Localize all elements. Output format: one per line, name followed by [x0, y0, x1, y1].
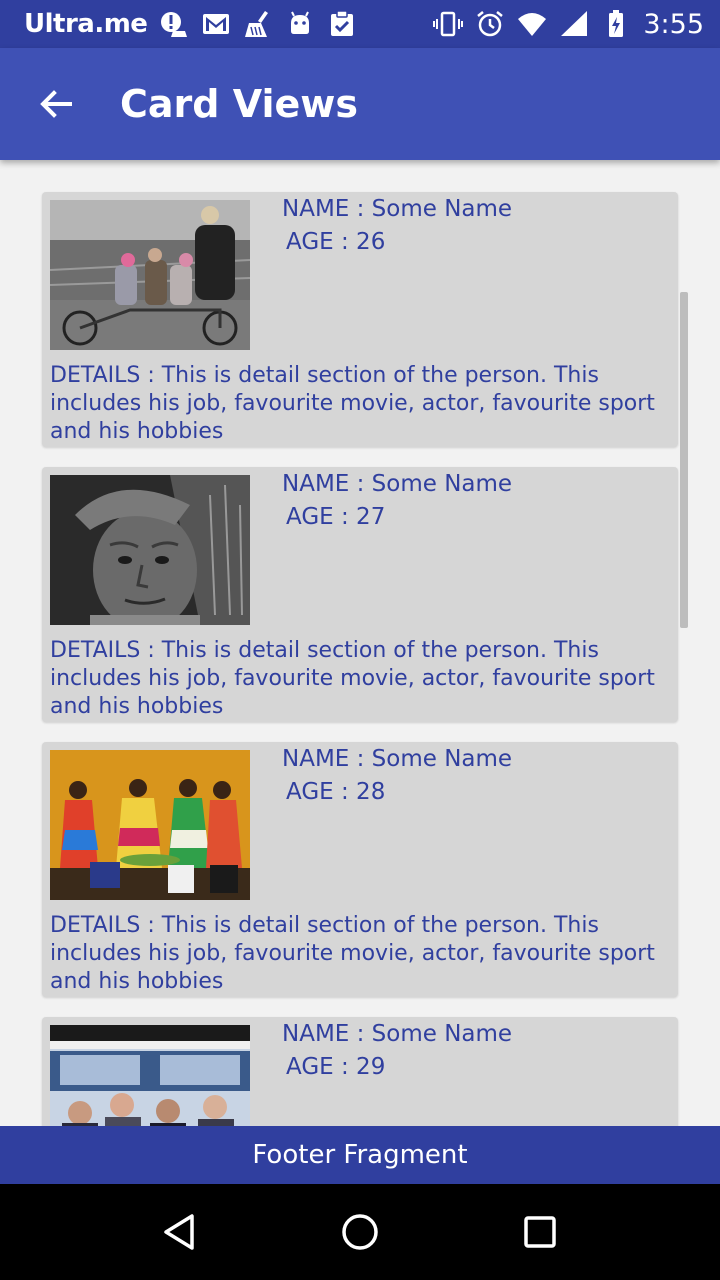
person-age: AGE : 29 — [286, 1054, 386, 1080]
cleaner-icon — [243, 9, 273, 39]
clipboard-icon — [327, 9, 357, 39]
person-photo — [50, 200, 250, 350]
status-clock: 3:55 — [643, 8, 704, 40]
person-photo — [50, 475, 250, 625]
person-photo — [50, 1025, 250, 1126]
alert-icon — [159, 9, 189, 39]
nav-home-button[interactable] — [320, 1192, 400, 1272]
person-card[interactable]: NAME : Some Name AGE : 28 DETAILS : This… — [42, 742, 678, 997]
person-age: AGE : 28 — [286, 779, 386, 805]
page-title: Card Views — [120, 82, 358, 126]
nav-recents-button[interactable] — [500, 1192, 580, 1272]
person-name: NAME : Some Name — [282, 196, 513, 222]
person-details: DETAILS : This is detail section of the … — [50, 638, 655, 719]
wifi-icon — [517, 9, 547, 39]
person-name: NAME : Some Name — [282, 471, 513, 497]
person-details: DETAILS : This is detail section of the … — [50, 363, 655, 444]
card-list[interactable]: NAME : Some Name AGE : 26 DETAILS : This… — [0, 160, 720, 1126]
person-name: NAME : Some Name — [282, 746, 513, 772]
alarm-icon — [475, 9, 505, 39]
footer-fragment: Footer Fragment — [0, 1126, 720, 1184]
android-icon — [285, 9, 315, 39]
back-button[interactable] — [0, 48, 112, 160]
person-photo — [50, 750, 250, 900]
footer-label: Footer Fragment — [252, 1140, 468, 1170]
person-card[interactable]: NAME : Some Name AGE : 27 DETAILS : This… — [42, 467, 678, 722]
home-circle-icon — [342, 1214, 378, 1250]
arrow-back-icon — [40, 90, 72, 118]
person-details: DETAILS : This is detail section of the … — [50, 913, 655, 994]
person-age: AGE : 27 — [286, 504, 386, 530]
vibrate-icon — [433, 9, 464, 39]
app-bar: Card Views — [0, 48, 720, 160]
person-age: AGE : 26 — [286, 229, 386, 255]
gmail-icon — [201, 9, 231, 39]
recents-square-icon — [524, 1216, 556, 1248]
battery-charging-icon — [601, 9, 631, 39]
person-card[interactable]: NAME : Some Name AGE : 26 DETAILS : This… — [42, 192, 678, 447]
system-nav-bar — [0, 1184, 720, 1280]
status-bar: Ultra.me 3:55 — [0, 0, 720, 48]
back-triangle-icon — [164, 1214, 194, 1250]
scrollbar[interactable] — [680, 292, 688, 628]
nav-back-button[interactable] — [140, 1192, 220, 1272]
signal-icon — [559, 9, 589, 39]
carrier-label: Ultra.me — [24, 9, 148, 39]
person-name: NAME : Some Name — [282, 1021, 513, 1047]
person-card[interactable]: NAME : Some Name AGE : 29 — [42, 1017, 678, 1126]
